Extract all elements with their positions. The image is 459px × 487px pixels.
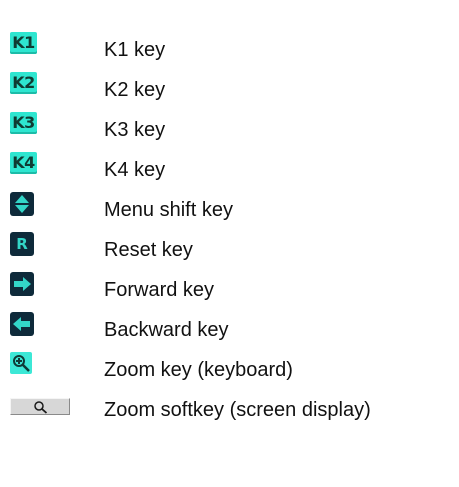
legend-row-zoom-key: Zoom key (keyboard) [0, 350, 459, 390]
k2-key-icon: K2 [10, 72, 37, 94]
key-legend: K1 K1 key K2 K2 key K3 K3 key K4 K4 key … [0, 0, 459, 487]
legend-label-zoom-key: Zoom key (keyboard) [104, 359, 293, 381]
legend-row-reset: R Reset key [0, 230, 459, 270]
legend-label-reset: Reset key [104, 239, 193, 261]
reset-key-icon-text: R [16, 235, 28, 253]
legend-row-k4: K4 K4 key [0, 150, 459, 190]
legend-row-k2: K2 K2 key [0, 70, 459, 110]
legend-label-backward: Backward key [104, 319, 229, 341]
backward-arrow-icon [10, 312, 34, 336]
legend-label-forward: Forward key [104, 279, 215, 301]
zoom-magnifier-icon [10, 352, 32, 374]
k3-key-icon: K3 [10, 112, 37, 134]
legend-label-k1: K1 key [104, 39, 166, 61]
legend-row-k1: K1 K1 key [0, 30, 459, 70]
menu-shift-icon [10, 192, 34, 216]
legend-label-zoom-softkey: Zoom softkey (screen display) [104, 399, 371, 421]
zoom-softkey-magnifier-icon [10, 398, 70, 415]
k4-key-icon-text: K4 [12, 153, 35, 172]
legend-row-backward: Backward key [0, 310, 459, 350]
forward-arrow-icon [10, 272, 34, 296]
legend-row-forward: Forward key [0, 270, 459, 310]
legend-row-zoom-softkey: Zoom softkey (screen display) [0, 390, 459, 430]
legend-label-menu-shift: Menu shift key [104, 199, 233, 221]
k1-key-icon-text: K1 [12, 33, 35, 52]
legend-label-k2: K2 key [104, 79, 166, 101]
k3-key-icon-text: K3 [12, 113, 35, 132]
legend-row-menu-shift: Menu shift key [0, 190, 459, 230]
legend-row-k3: K3 K3 key [0, 110, 459, 150]
k1-key-icon: K1 [10, 32, 37, 54]
k2-key-icon-text: K2 [12, 73, 35, 92]
reset-key-icon: R [10, 232, 34, 256]
legend-label-k4: K4 key [104, 159, 166, 181]
k4-key-icon: K4 [10, 152, 37, 174]
legend-label-k3: K3 key [104, 119, 166, 141]
